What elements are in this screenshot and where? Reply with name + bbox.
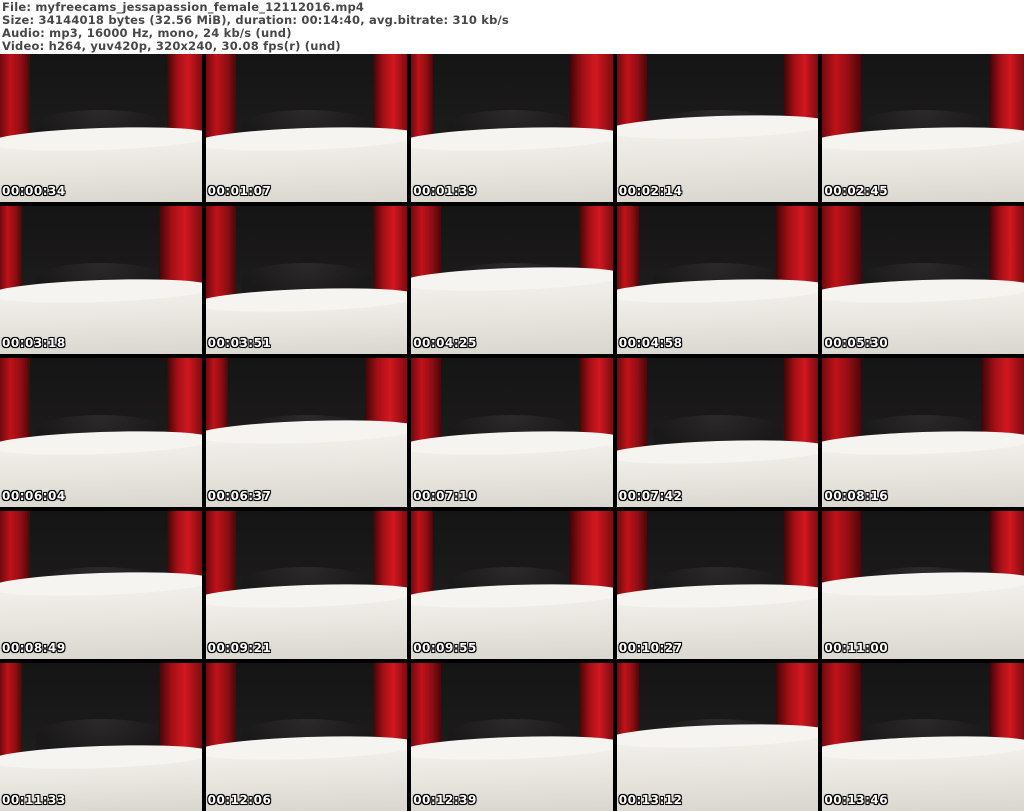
thumbnail-timestamp: 00:08:16: [824, 488, 889, 503]
thumbnail: 00:12:06: [205, 662, 408, 811]
thumbnail-timestamp: 00:06:04: [2, 488, 66, 503]
thumbnail: 00:10:27: [616, 510, 819, 659]
thumbnail: 00:01:07: [205, 54, 408, 203]
thumbnail: 00:09:21: [205, 510, 408, 659]
thumbnail-timestamp: 00:11:00: [824, 640, 889, 655]
thumbnail-timestamp: 00:02:14: [618, 184, 683, 199]
thumbnail-timestamp: 00:06:37: [207, 488, 272, 503]
metadata-video-line: Video: h264, yuv420p, 320x240, 30.08 fps…: [2, 39, 341, 53]
thumbnail: 00:03:18: [0, 206, 202, 355]
thumbnail-timestamp: 00:12:06: [207, 792, 272, 807]
thumbnail-timestamp: 00:07:10: [413, 488, 477, 503]
thumbnail: 00:00:34: [0, 54, 202, 203]
thumbnail-timestamp: 00:00:34: [2, 184, 66, 199]
thumbnail-timestamp: 00:01:39: [413, 184, 477, 199]
thumbnail-timestamp: 00:13:12: [618, 792, 683, 807]
thumbnail-timestamp: 00:05:30: [824, 336, 889, 351]
thumbnail: 00:06:37: [205, 358, 408, 507]
thumbnail-timestamp: 00:08:49: [2, 640, 66, 655]
thumbnail: 00:11:33: [0, 662, 202, 811]
thumbnail-timestamp: 00:04:25: [413, 336, 477, 351]
thumbnail: 00:13:12: [616, 662, 819, 811]
thumbnail: 00:06:04: [0, 358, 202, 507]
thumbnail-timestamp: 00:13:46: [824, 792, 889, 807]
thumbnail-timestamp: 00:12:39: [413, 792, 477, 807]
thumbnail: 00:02:14: [616, 54, 819, 203]
thumbnail: 00:07:42: [616, 358, 819, 507]
thumbnail-timestamp: 00:04:58: [618, 336, 683, 351]
thumbnail: 00:03:51: [205, 206, 408, 355]
thumbnail-timestamp: 00:02:45: [824, 184, 889, 199]
thumbnail: 00:12:39: [411, 662, 613, 811]
thumbnail-timestamp: 00:07:42: [618, 488, 683, 503]
thumbnail: 00:08:49: [0, 510, 202, 659]
thumbnail-timestamp: 00:01:07: [207, 184, 272, 199]
thumbnail-timestamp: 00:03:18: [2, 336, 66, 351]
thumbnail: 00:01:39: [411, 54, 613, 203]
thumbnail: 00:07:10: [411, 358, 613, 507]
thumbnail: 00:11:00: [822, 510, 1024, 659]
thumbnail: 00:09:55: [411, 510, 613, 659]
thumbnail-grid: 00:00:34 00:01:07 00:01:39 00:02:14 00:0…: [0, 54, 1024, 811]
thumbnail: 00:05:30: [822, 206, 1024, 355]
thumbnail: 00:04:58: [616, 206, 819, 355]
thumbnail-timestamp: 00:10:27: [618, 640, 683, 655]
thumbnail-timestamp: 00:03:51: [207, 336, 272, 351]
file-metadata-header: File: myfreecams_jessapassion_female_121…: [0, 0, 1024, 54]
thumbnail: 00:02:45: [822, 54, 1024, 203]
thumbnail: 00:08:16: [822, 358, 1024, 507]
thumbnail-timestamp: 00:09:21: [207, 640, 272, 655]
thumbnail: 00:13:46: [822, 662, 1024, 811]
thumbnail-timestamp: 00:09:55: [413, 640, 477, 655]
thumbnail-timestamp: 00:11:33: [2, 792, 66, 807]
contact-sheet: File: myfreecams_jessapassion_female_121…: [0, 0, 1024, 811]
thumbnail: 00:04:25: [411, 206, 613, 355]
